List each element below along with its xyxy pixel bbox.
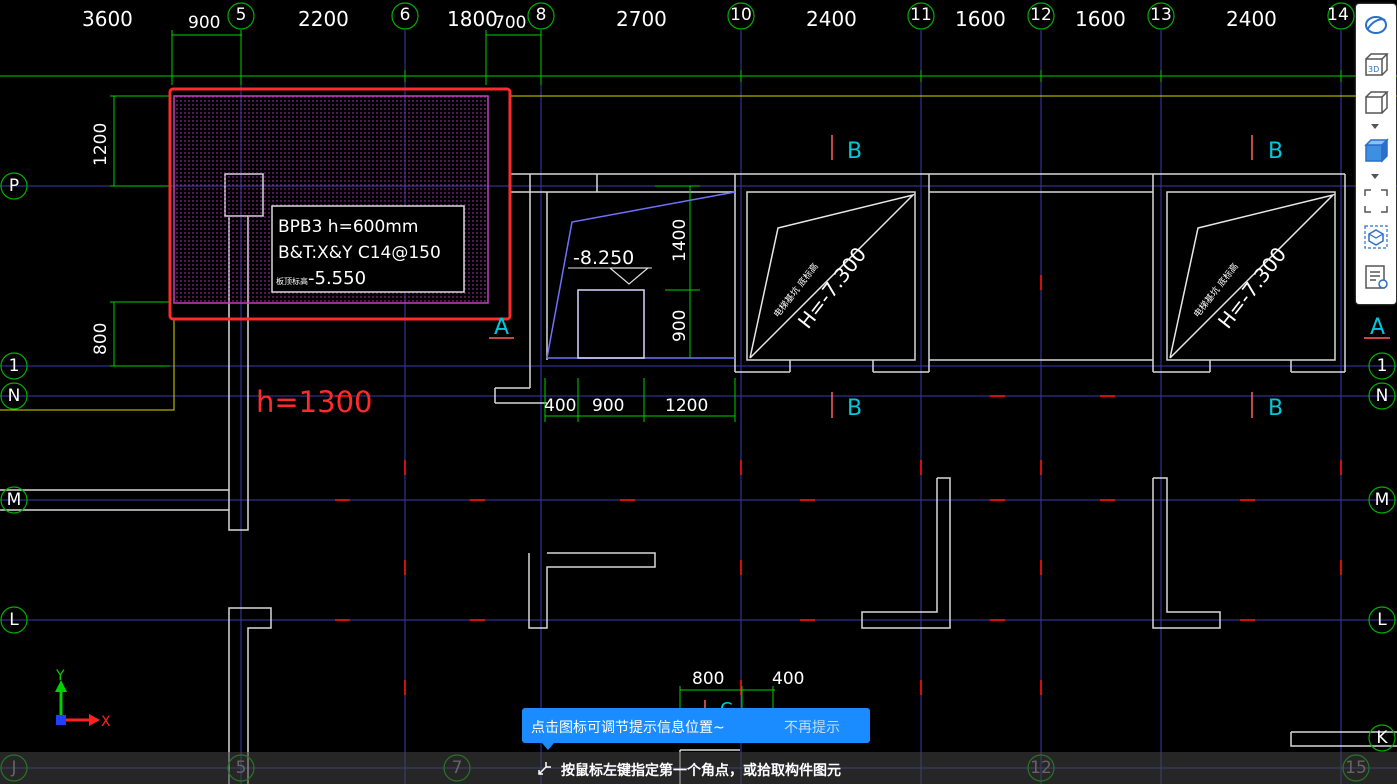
axis-label: 8 <box>536 5 547 25</box>
properties-icon[interactable] <box>1361 262 1391 292</box>
y-axis-label: Y <box>55 668 65 684</box>
section-mark: A <box>494 315 509 340</box>
bottom-dim: 400 <box>772 669 804 689</box>
slab-tag-prefix: 板顶标高 <box>276 276 308 286</box>
pit-dim: 1200 <box>665 396 708 416</box>
top-dim: 1600 <box>1075 7 1126 31</box>
top-axis-labels: 5 6 8 10 11 12 13 14 <box>236 5 1349 25</box>
pit-dim: 400 <box>544 396 576 416</box>
slab-tag-line1: BPB3 h=600mm <box>278 217 418 237</box>
axis-label: M <box>7 490 22 510</box>
section-mark: B <box>847 396 862 421</box>
svg-text:3D: 3D <box>1368 65 1379 74</box>
top-dim: 2400 <box>806 7 857 31</box>
top-dim: 900 <box>188 13 220 33</box>
top-dim: 2700 <box>616 7 667 31</box>
hint-popup[interactable]: 点击图标可调节提示信息位置~ 不再提示 <box>522 708 870 750</box>
chevron-down-icon[interactable] <box>1371 124 1379 129</box>
section-mark: B <box>1268 396 1283 421</box>
thickness-annotation: h=1300 <box>256 385 373 419</box>
axis-label: P <box>9 176 19 196</box>
section-mark: B <box>847 139 862 164</box>
hint-pointer <box>542 743 554 750</box>
axis-label: 10 <box>730 5 752 25</box>
select-region-icon[interactable] <box>1361 186 1391 216</box>
left-dim: 800 <box>91 323 111 355</box>
3d-view-icon[interactable]: 3D <box>1361 50 1391 80</box>
axis-label: N <box>1376 386 1389 406</box>
top-dim: 1600 <box>955 7 1006 31</box>
pit-dim-vertical: 1400 <box>670 219 690 262</box>
axis-label: 6 <box>400 5 411 25</box>
section-mark: B <box>1268 139 1283 164</box>
top-dimensions: 3600 900 2200 1800 700 2700 2400 1600 16… <box>82 7 1277 33</box>
coordinate-axes-icon: Y X <box>55 668 111 730</box>
axis-label: M <box>1375 490 1390 510</box>
axis-label: 5 <box>236 5 247 25</box>
view-toolbar: 3D <box>1356 4 1396 304</box>
top-dim: 3600 <box>82 7 133 31</box>
well-labels: 电梯基坑 底标高 H=-7.300 电梯基坑 底标高 H=-7.300 <box>771 242 1291 333</box>
red-center-marks <box>335 255 1342 695</box>
dont-show-again-link[interactable]: 不再提示 <box>784 717 840 737</box>
top-dim: 2400 <box>1226 7 1277 31</box>
axis-label: 12 <box>1030 5 1052 25</box>
pit-labels: -8.250 1400 900 400 900 1200 <box>544 219 708 416</box>
hint-message[interactable]: 点击图标可调节提示信息位置~ <box>531 717 725 737</box>
axis-label: 11 <box>910 5 932 25</box>
axis-label: 14 <box>1327 5 1349 25</box>
axis-label: N <box>8 386 21 406</box>
left-axis-labels: P 1 N M L J <box>7 176 22 778</box>
axis-label: 1 <box>1377 356 1388 376</box>
solid-view-icon[interactable] <box>1361 136 1391 166</box>
pit-detail <box>546 191 736 359</box>
left-dim: 1200 <box>91 123 111 166</box>
chevron-down-icon[interactable] <box>1371 174 1379 179</box>
component-select-icon[interactable] <box>1361 222 1391 252</box>
cad-drawing-canvas[interactable]: 3600 900 2200 1800 700 2700 2400 1600 16… <box>0 0 1397 784</box>
top-dim: 700 <box>494 13 526 33</box>
pick-corner-icon <box>538 762 551 775</box>
pit-dim: 900 <box>592 396 624 416</box>
top-dimension-line <box>0 30 1397 85</box>
box-view-icon[interactable] <box>1361 88 1391 118</box>
x-axis-label: X <box>101 714 111 730</box>
top-dim: 2200 <box>298 7 349 31</box>
pit-elevation: -8.250 <box>573 247 634 269</box>
slab-tag-line3: -5.550 <box>308 268 366 289</box>
command-status-bar: 按鼠标左键指定第一个角点，或拾取构件图元 <box>0 752 1397 784</box>
axis-label: L <box>9 610 19 630</box>
section-cut-lines <box>489 135 1390 720</box>
command-prompt: 按鼠标左键指定第一个角点，或拾取构件图元 <box>561 763 841 779</box>
axis-label: K <box>1376 728 1388 748</box>
axis-label: 1 <box>9 356 20 376</box>
right-axis-labels: 1 N M L K <box>1375 356 1390 748</box>
pit-dim-vertical: 900 <box>670 310 690 342</box>
axis-label: 13 <box>1150 5 1172 25</box>
section-mark: A <box>1370 315 1385 340</box>
axis-label: L <box>1377 610 1387 630</box>
orbit-icon[interactable] <box>1361 10 1391 40</box>
bottom-dim: 800 <box>692 669 724 689</box>
top-dim: 1800 <box>447 7 498 31</box>
slab-tag-line2: B&T:X&Y C14@150 <box>278 243 441 263</box>
